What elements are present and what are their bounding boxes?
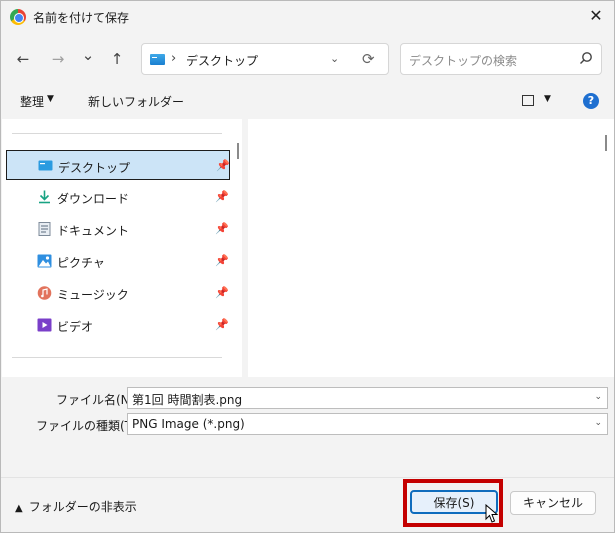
filetype-select[interactable]: PNG Image (*.png) ⌄ bbox=[127, 413, 608, 435]
navigation-pane[interactable]: デスクトップ 📌 ダウンロード 📌 ドキュメント 📌 ピクチャ 📌 ミュージック… bbox=[2, 119, 242, 377]
breadcrumb-separator: › bbox=[171, 51, 177, 66]
navigation-bar: ← → ⌄ ↑ › デスクトップ ⌄ ⟳ デスクトップの検索 bbox=[1, 41, 614, 77]
refresh-button[interactable]: ⟳ bbox=[362, 50, 375, 68]
sidebar-item-videos[interactable]: ビデオ 📌 bbox=[6, 310, 230, 340]
caret-down-icon: ▼ bbox=[47, 94, 54, 104]
sidebar-item-documents[interactable]: ドキュメント 📌 bbox=[6, 214, 230, 244]
back-button[interactable]: ← bbox=[13, 49, 33, 69]
sidebar-item-label: ダウンロード bbox=[57, 192, 130, 206]
chevron-down-icon[interactable]: ⌄ bbox=[594, 392, 602, 402]
address-dropdown-button[interactable]: ⌄ bbox=[330, 52, 339, 65]
up-button[interactable]: ↑ bbox=[107, 49, 127, 69]
dialog-title: 名前を付けて保存 bbox=[33, 11, 130, 25]
close-button[interactable]: ✕ bbox=[584, 5, 608, 27]
pin-icon[interactable]: 📌 bbox=[215, 254, 229, 267]
command-bar: 整理 ▼ 新しいフォルダー ▼ ? bbox=[1, 87, 614, 115]
file-list-scrollbar[interactable] bbox=[605, 135, 607, 151]
sidebar-item-pictures[interactable]: ピクチャ 📌 bbox=[6, 246, 230, 276]
filetype-label: ファイルの種類(T): bbox=[36, 419, 141, 433]
filename-field[interactable]: 第1回 時間割表.png ⌄ bbox=[127, 387, 608, 409]
chevron-down-icon[interactable]: ⌄ bbox=[594, 418, 602, 428]
search-icon[interactable] bbox=[579, 51, 593, 65]
sidebar-item-music[interactable]: ミュージック 📌 bbox=[6, 278, 230, 308]
mouse-cursor-icon bbox=[485, 504, 499, 523]
filetype-value: PNG Image (*.png) bbox=[132, 417, 245, 431]
cancel-button[interactable]: キャンセル bbox=[510, 491, 596, 515]
search-placeholder: デスクトップの検索 bbox=[409, 54, 518, 68]
video-icon bbox=[37, 318, 52, 332]
view-options-caret-icon[interactable]: ▼ bbox=[544, 94, 551, 104]
hide-folders-label: フォルダーの非表示 bbox=[28, 500, 137, 514]
view-icon[interactable] bbox=[522, 95, 534, 106]
sidebar-scrollbar[interactable] bbox=[237, 143, 239, 159]
file-list-pane[interactable] bbox=[248, 119, 614, 377]
save-as-dialog: 名前を付けて保存 ✕ ← → ⌄ ↑ › デスクトップ ⌄ ⟳ デスクトップの検… bbox=[0, 0, 615, 533]
help-button[interactable]: ? bbox=[583, 93, 599, 109]
sidebar-item-label: デスクトップ bbox=[58, 161, 131, 175]
download-icon bbox=[39, 190, 50, 204]
organize-button[interactable]: 整理 bbox=[20, 93, 44, 110]
document-icon bbox=[38, 222, 51, 236]
sidebar-item-label: ミュージック bbox=[57, 288, 129, 302]
hide-folders-button[interactable]: ▲ フォルダーの非表示 bbox=[15, 498, 137, 515]
desktop-icon bbox=[150, 54, 165, 65]
title-bar: 名前を付けて保存 ✕ bbox=[1, 1, 614, 33]
divider bbox=[12, 357, 222, 358]
search-input[interactable]: デスクトップの検索 bbox=[400, 43, 602, 75]
forward-button[interactable]: → bbox=[48, 49, 68, 69]
breadcrumb-desktop[interactable]: デスクトップ bbox=[186, 52, 258, 69]
sidebar-item-label: ピクチャ bbox=[57, 256, 105, 270]
sidebar-item-desktop[interactable]: デスクトップ 📌 bbox=[6, 150, 230, 180]
filename-value: 第1回 時間割表.png bbox=[132, 393, 243, 407]
address-bar[interactable]: › デスクトップ ⌄ ⟳ bbox=[141, 43, 389, 75]
divider bbox=[1, 477, 614, 478]
desktop-icon bbox=[38, 160, 53, 171]
recent-locations-button[interactable]: ⌄ bbox=[78, 45, 98, 65]
pin-icon[interactable]: 📌 bbox=[215, 190, 229, 203]
new-folder-button[interactable]: 新しいフォルダー bbox=[88, 93, 184, 110]
pin-icon[interactable]: 📌 bbox=[215, 286, 229, 299]
pin-icon[interactable]: 📌 bbox=[216, 159, 230, 172]
divider bbox=[12, 133, 222, 134]
chrome-icon bbox=[10, 9, 26, 25]
pin-icon[interactable]: 📌 bbox=[215, 222, 229, 235]
pin-icon[interactable]: 📌 bbox=[215, 318, 229, 331]
chevron-up-icon: ▲ bbox=[15, 503, 23, 514]
music-icon bbox=[37, 286, 52, 300]
sidebar-item-label: ドキュメント bbox=[57, 224, 130, 238]
sidebar-item-label: ビデオ bbox=[57, 320, 94, 334]
sidebar-item-downloads[interactable]: ダウンロード 📌 bbox=[6, 182, 230, 212]
pictures-icon bbox=[37, 254, 52, 268]
